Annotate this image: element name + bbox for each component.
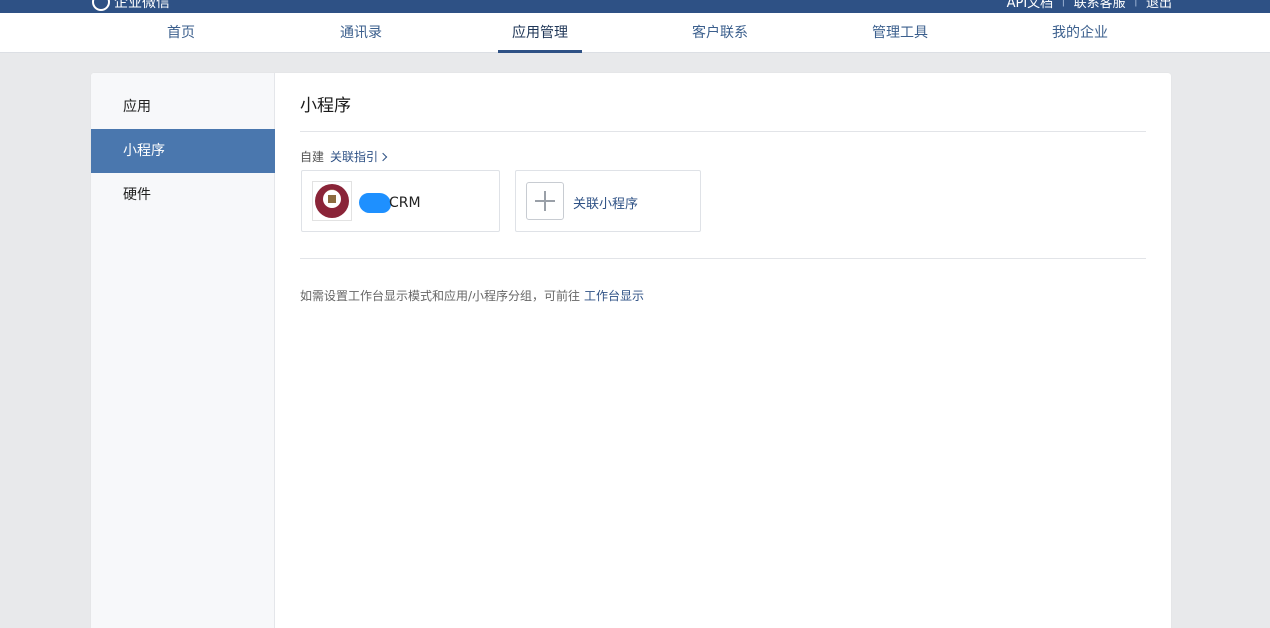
brand-name: 企业微信 [114, 0, 170, 11]
divider: | [1061, 0, 1065, 11]
contact-support-link[interactable]: 联系客服 [1074, 0, 1126, 11]
workbench-hint: 如需设置工作台显示模式和应用/小程序分组，可前往 工作台显示 [300, 287, 644, 304]
logout-link[interactable]: 退出 [1146, 0, 1172, 11]
association-guide-link[interactable]: 关联指引 [330, 148, 378, 165]
sidebar-item-mini-programs[interactable]: 小程序 [91, 129, 275, 173]
mini-program-name: CRM [359, 193, 421, 213]
workbench-display-link[interactable]: 工作台显示 [584, 289, 644, 303]
divider: | [1134, 0, 1138, 11]
self-built-label: 自建 [300, 150, 325, 164]
top-header: 企业微信 API文档 | 联系客服 | 退出 [0, 0, 1270, 13]
page-title: 小程序 [300, 96, 351, 116]
tab-contacts[interactable]: 通讯录 [316, 13, 406, 53]
tab-app-management[interactable]: 应用管理 [495, 13, 585, 53]
tab-management-tools[interactable]: 管理工具 [855, 13, 945, 53]
divider [300, 131, 1146, 132]
brand-logo-icon [92, 0, 110, 11]
mini-program-card[interactable]: CRM [301, 170, 500, 232]
mini-program-name-suffix: CRM [389, 195, 421, 211]
self-built-row: 自建 关联指引 [300, 148, 388, 165]
redacted-text [359, 193, 391, 213]
link-mini-program-card[interactable]: 关联小程序 [515, 170, 701, 232]
plus-icon [526, 182, 564, 220]
content-card: 应用 小程序 硬件 小程序 自建 关联指引 CRM 关联小程序 如需设置工作台显… [91, 73, 1171, 628]
main-nav: 首页 通讯录 应用管理 客户联系 管理工具 我的企业 [0, 13, 1270, 53]
tab-home[interactable]: 首页 [136, 13, 226, 53]
sidebar: 应用 小程序 硬件 [91, 73, 275, 628]
divider [300, 258, 1146, 259]
tab-my-enterprise[interactable]: 我的企业 [1035, 13, 1125, 53]
sidebar-item-hardware[interactable]: 硬件 [91, 173, 275, 217]
chevron-right-icon [378, 152, 388, 161]
hint-text: 如需设置工作台显示模式和应用/小程序分组，可前往 [300, 289, 581, 303]
bank-coin-logo-icon [312, 181, 352, 221]
link-mini-program-label: 关联小程序 [573, 197, 639, 212]
sidebar-item-apps[interactable]: 应用 [91, 85, 275, 129]
top-links: API文档 | 联系客服 | 退出 [1007, 0, 1172, 11]
api-docs-link[interactable]: API文档 [1007, 0, 1054, 11]
brand-logo[interactable]: 企业微信 [92, 0, 170, 12]
tab-customer-contact[interactable]: 客户联系 [675, 13, 765, 53]
